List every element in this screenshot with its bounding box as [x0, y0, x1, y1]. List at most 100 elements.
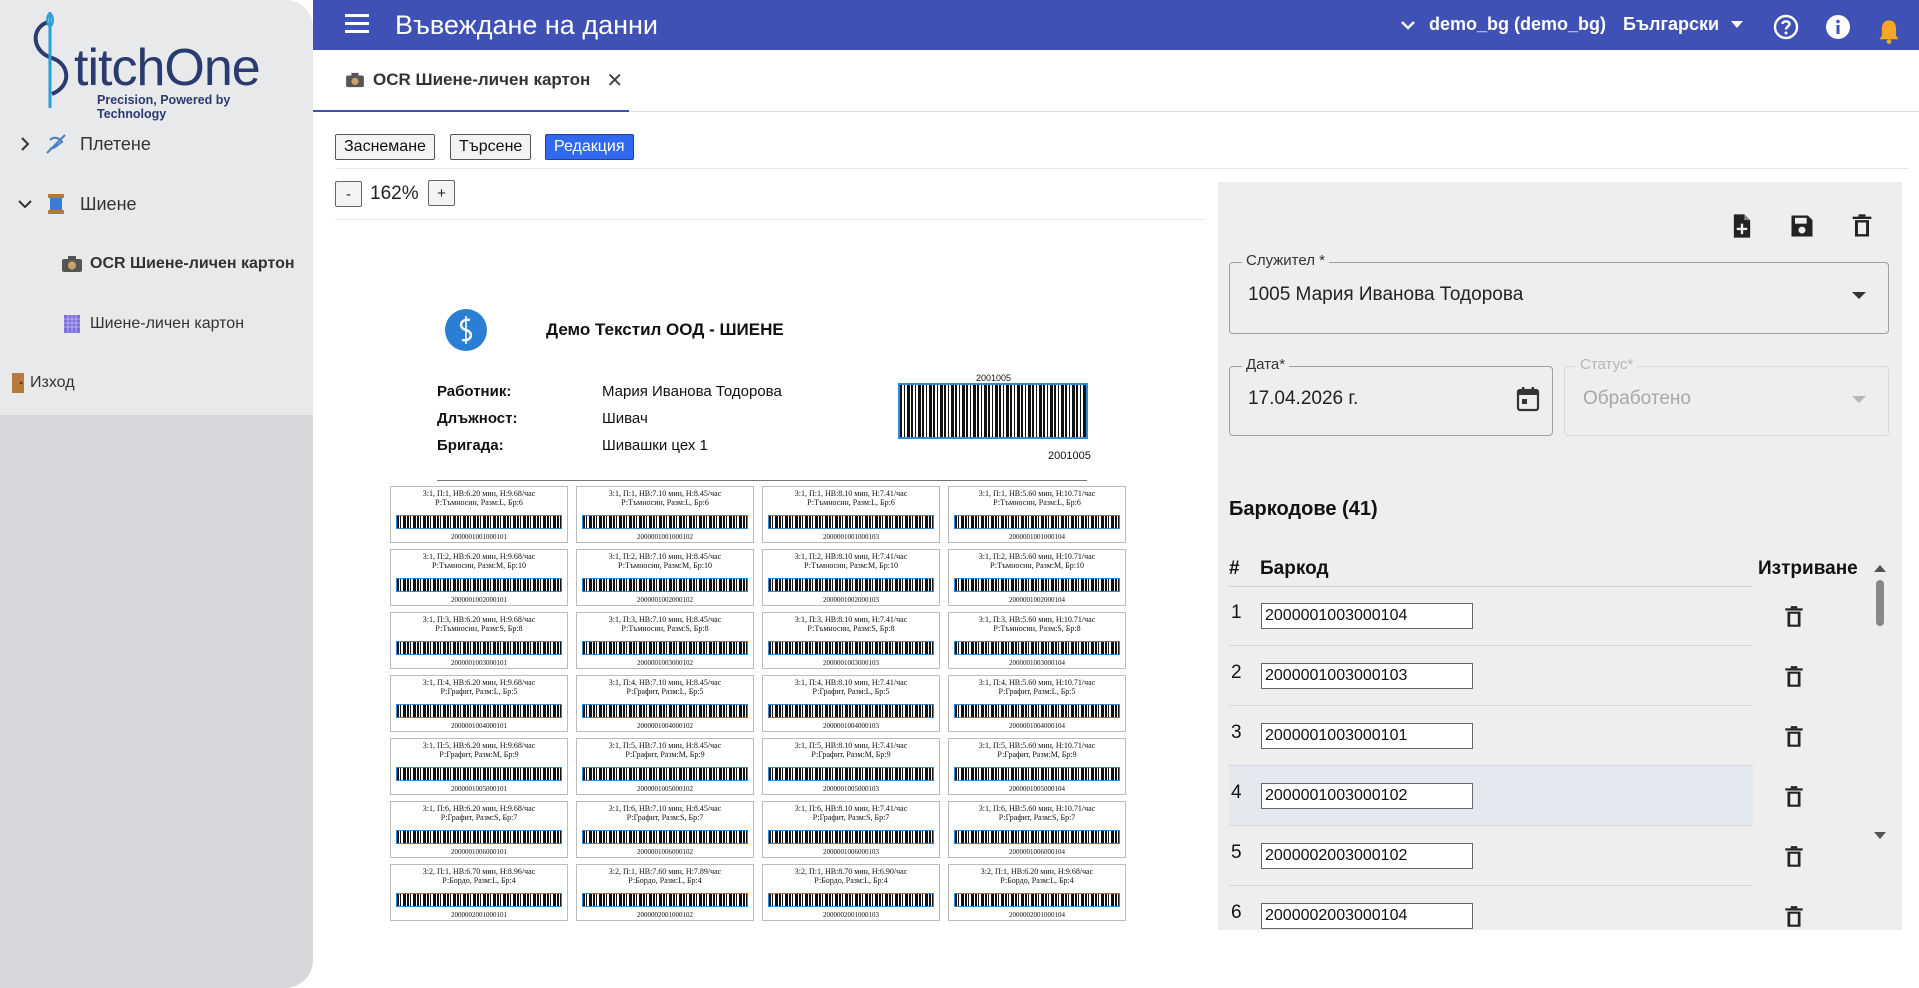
save-icon[interactable]	[1788, 212, 1816, 240]
sidebar-item-knitting[interactable]: Плетене	[0, 119, 313, 169]
caret-down-icon[interactable]	[1852, 292, 1866, 300]
column-header-number: #	[1229, 558, 1240, 579]
sidebar: titchOne Precision, Powered by Technolog…	[0, 0, 313, 988]
row-number: 2	[1231, 662, 1242, 683]
zoom-out-button[interactable]: -	[335, 181, 362, 207]
table-row: 6 2000002003000104	[1229, 886, 1803, 930]
employee-label: Служител *	[1242, 252, 1329, 269]
delete-row-icon[interactable]	[1781, 604, 1807, 630]
delete-row-icon[interactable]	[1781, 784, 1807, 810]
scroll-up-icon[interactable]	[1872, 562, 1888, 574]
account-selector[interactable]: demo_bg (demo_bg)	[1401, 14, 1606, 35]
operation-barcode	[768, 704, 934, 718]
delete-icon[interactable]	[1848, 212, 1876, 240]
operation-label-line1: 3:1, П:5, НВ:8.10 мин, Н:7.41/час	[794, 741, 908, 750]
operation-label: 3:1, П:3, НВ:8.10 мин, Н:7.41/час Р:Тъмно…	[762, 612, 940, 669]
operation-label-line1: 3:1, П:5, НВ:6.20 мин, Н:9.68/час	[422, 741, 536, 750]
operation-label-line2: Р:Тъмносин, Разм:S, Бр:8	[807, 624, 895, 633]
row-number: 3	[1231, 722, 1242, 743]
tab-ocr-sewing-card[interactable]: OCR Шиене-личен картон ✕	[313, 50, 629, 112]
delete-row-icon[interactable]	[1781, 664, 1807, 690]
tab-bar: OCR Шиене-личен картон ✕	[313, 50, 1919, 112]
menu-icon[interactable]	[345, 14, 369, 34]
sidebar-item-sewing[interactable]: Шиене	[0, 179, 313, 229]
barcode-input[interactable]: 2000001003000103	[1261, 663, 1473, 689]
delete-row-icon[interactable]	[1781, 724, 1807, 750]
operation-barcode	[768, 578, 934, 592]
edit-button[interactable]: Редакция	[545, 134, 634, 160]
operation-barcode	[954, 767, 1120, 781]
operation-barcode	[582, 641, 748, 655]
operation-label-line2: Р:Графит, Разм:M, Бр:9	[811, 750, 891, 759]
barcode-input[interactable]: 2000001003000101	[1261, 723, 1473, 749]
barcode-input[interactable]: 2000002003000102	[1261, 843, 1473, 869]
operation-barcode	[582, 893, 748, 907]
operation-barcode-number: 2000001002000101	[451, 596, 507, 604]
sidebar-item-label: Изход	[30, 374, 75, 391]
operation-barcode-number: 2000001001000103	[823, 533, 879, 541]
row-number: 5	[1231, 842, 1242, 863]
position-label: Длъжност:	[437, 410, 518, 427]
operation-label-line1: 3:1, П:4, НВ:7.10 мин, Н:8.45/час	[608, 678, 722, 687]
operation-barcode-number: 2000001005000102	[637, 785, 693, 793]
sidebar-item-logout[interactable]: Изход	[0, 358, 313, 408]
info-icon[interactable]	[1825, 14, 1851, 40]
barcode-input[interactable]: 2000001003000102	[1261, 783, 1473, 809]
close-tab-icon[interactable]: ✕	[606, 68, 623, 93]
operation-barcode	[396, 893, 562, 907]
calendar-icon[interactable]	[1516, 386, 1540, 412]
column-header-barcode: Баркод	[1260, 558, 1329, 579]
logo-wordmark: titchOne	[74, 39, 261, 97]
operation-label: 3:1, П:6, НВ:5.60 мин, Н:10.71/час Р:Граф…	[948, 801, 1126, 858]
language-selector[interactable]: Български	[1623, 14, 1744, 35]
operation-label-line2: Р:Графит, Разм:S, Бр:7	[440, 813, 518, 822]
notification-bell-icon[interactable]	[1876, 18, 1902, 44]
camera-icon	[58, 252, 86, 276]
operation-label-line1: 3:1, П:6, НВ:8.10 мин, Н:7.41/час	[794, 804, 908, 813]
divider	[335, 168, 1909, 169]
scrollbar-thumb[interactable]	[1876, 580, 1884, 626]
operation-label-line1: 3:1, П:6, НВ:5.60 мин, Н:10.71/час	[978, 804, 1096, 813]
operation-label: 3:1, П:6, НВ:7.10 мин, Н:8.45/час Р:Графи…	[576, 801, 754, 858]
sidebar-item-ocr-sewing-card[interactable]: OCR Шиене-личен картон	[0, 239, 313, 289]
table-row: 2 2000001003000103	[1229, 646, 1803, 706]
operation-label: 3:1, П:1, НВ:6.20 мин, Н:9.68/час Р:Тъмно…	[390, 486, 568, 543]
operation-label-line1: 3:1, П:2, НВ:5.60 мин, Н:10.71/час	[978, 552, 1096, 561]
scroll-down-icon[interactable]	[1872, 830, 1888, 842]
barcode-input[interactable]: 2000001003000104	[1261, 603, 1473, 629]
delete-row-icon[interactable]	[1781, 844, 1807, 870]
help-icon[interactable]	[1773, 14, 1799, 40]
search-button[interactable]: Търсене	[450, 134, 532, 160]
barcodes-scrollbar[interactable]	[1872, 562, 1888, 912]
operation-barcode	[954, 641, 1120, 655]
employee-value: 1005 Мария Иванова Тодорова	[1248, 284, 1524, 305]
operation-barcode	[396, 641, 562, 655]
operation-label: 3:1, П:3, НВ:5.60 мин, Н:10.71/час Р:Тъмн…	[948, 612, 1126, 669]
delete-row-icon[interactable]	[1781, 904, 1807, 930]
table-row: 5 2000002003000102	[1229, 826, 1803, 886]
capture-button[interactable]: Заснемане	[335, 134, 435, 160]
row-number: 1	[1231, 602, 1242, 623]
brigade-label: Бригада:	[437, 437, 504, 454]
new-document-icon[interactable]	[1728, 212, 1756, 240]
operation-label-line2: Р:Тъмносин, Разм:L, Бр:6	[621, 498, 709, 507]
barcode-input[interactable]: 2000002003000104	[1261, 903, 1473, 929]
operation-barcode-number: 2000001005000101	[451, 785, 507, 793]
worker-barcode-code: 2001005	[1048, 450, 1091, 462]
operation-barcode-number: 2000001003000102	[637, 659, 693, 667]
operation-label: 3:1, П:3, НВ:6.20 мин, Н:9.68/час Р:Тъмно…	[390, 612, 568, 669]
operation-barcode	[396, 830, 562, 844]
brigade-value: Шивашки цех 1	[602, 437, 708, 454]
table-row: 1 2000001003000104	[1229, 586, 1803, 646]
operation-barcode	[768, 641, 934, 655]
zoom-in-button[interactable]: +	[428, 180, 455, 206]
operation-label-line2: Р:Тъмносин, Разм:S, Бр:8	[993, 624, 1081, 633]
fabric-icon	[58, 312, 86, 336]
operation-label: 3:1, П:5, НВ:6.20 мин, Н:9.68/час Р:Графи…	[390, 738, 568, 795]
operation-label-line2: Р:Графит, Разм:L, Бр:5	[812, 687, 890, 696]
operation-barcode	[396, 767, 562, 781]
operation-label-line2: Р:Тъмносин, Разм:M, Бр:10	[990, 561, 1084, 570]
operation-label-line1: 3:1, П:4, НВ:6.20 мин, Н:9.68/час	[422, 678, 536, 687]
sidebar-item-sewing-card[interactable]: Шиене-личен картон	[0, 299, 313, 349]
row-number: 6	[1231, 902, 1242, 923]
